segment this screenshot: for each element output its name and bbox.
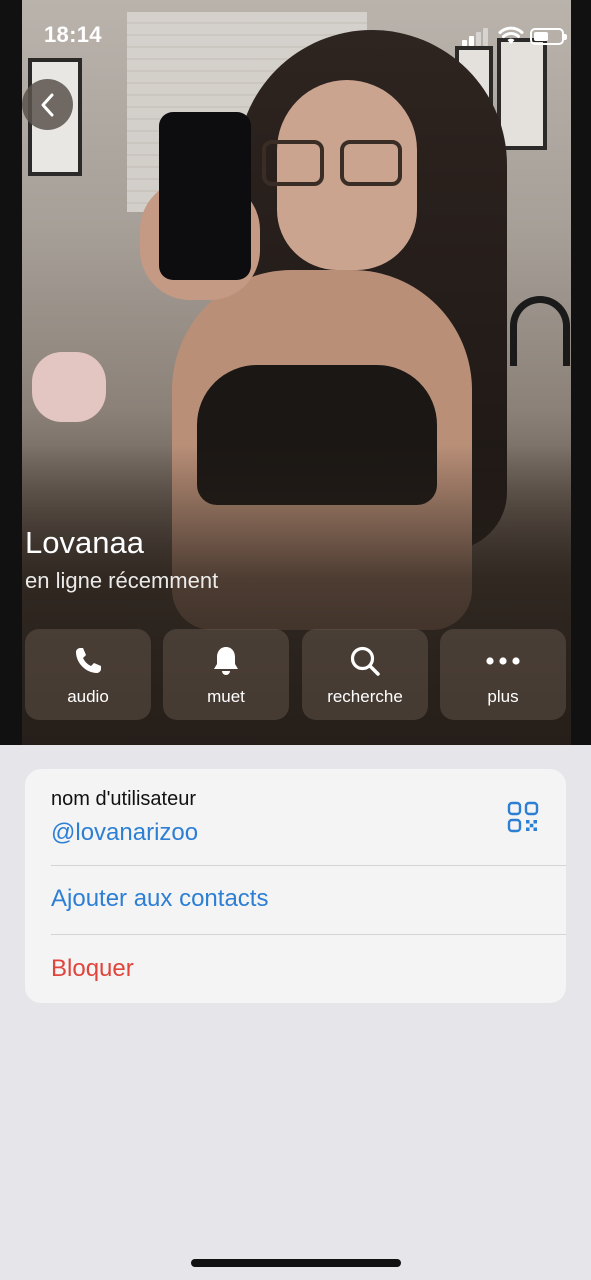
profile-screen: 18:14 Lovanaa en ligne récemment audio m…	[0, 0, 591, 1280]
search-button[interactable]: recherche	[302, 629, 428, 720]
search-icon	[350, 646, 380, 676]
headphones	[510, 296, 570, 366]
username-value[interactable]: @lovanarizoo	[51, 819, 198, 847]
audio-button[interactable]: audio	[25, 629, 151, 720]
battery-icon	[530, 28, 567, 45]
photo-left-border	[0, 0, 22, 745]
profile-photo-header[interactable]: 18:14 Lovanaa en ligne récemment audio m…	[0, 0, 591, 745]
more-label: plus	[487, 687, 519, 706]
mute-label: muet	[207, 687, 245, 706]
wifi-icon	[498, 26, 524, 44]
signal-icon	[462, 28, 492, 46]
photo-right-border	[571, 0, 591, 745]
add-contact-label[interactable]: Ajouter aux contacts	[51, 885, 268, 913]
person-glasses	[262, 140, 412, 190]
qr-code-icon[interactable]	[507, 801, 539, 833]
phone-icon	[76, 648, 101, 673]
battery-level	[534, 32, 548, 41]
mute-button[interactable]: muet	[163, 629, 289, 720]
profile-name: Lovanaa	[25, 525, 144, 560]
chevron-left-icon	[41, 93, 53, 116]
status-time: 18:14	[44, 22, 102, 47]
profile-status: en ligne récemment	[25, 568, 219, 593]
username-row[interactable]: nom d'utilisateur @lovanarizoo	[25, 769, 566, 865]
action-bar: audio muet recherche plus	[25, 629, 566, 720]
pillow	[32, 352, 106, 422]
back-button[interactable]	[22, 79, 73, 130]
more-button[interactable]: plus	[440, 629, 566, 720]
search-label: recherche	[327, 687, 403, 706]
audio-label: audio	[67, 687, 109, 706]
ellipsis-icon	[486, 657, 520, 665]
add-contact-row[interactable]: Ajouter aux contacts	[25, 865, 566, 934]
block-label[interactable]: Bloquer	[51, 955, 134, 983]
home-indicator	[191, 1259, 401, 1267]
block-row[interactable]: Bloquer	[25, 935, 566, 1003]
phone-in-hand	[159, 112, 251, 280]
bell-icon	[214, 647, 238, 675]
username-label: nom d'utilisateur	[51, 788, 196, 810]
status-bar: 18:14	[0, 0, 591, 70]
info-card: nom d'utilisateur @lovanarizoo Ajouter a…	[25, 769, 566, 1003]
